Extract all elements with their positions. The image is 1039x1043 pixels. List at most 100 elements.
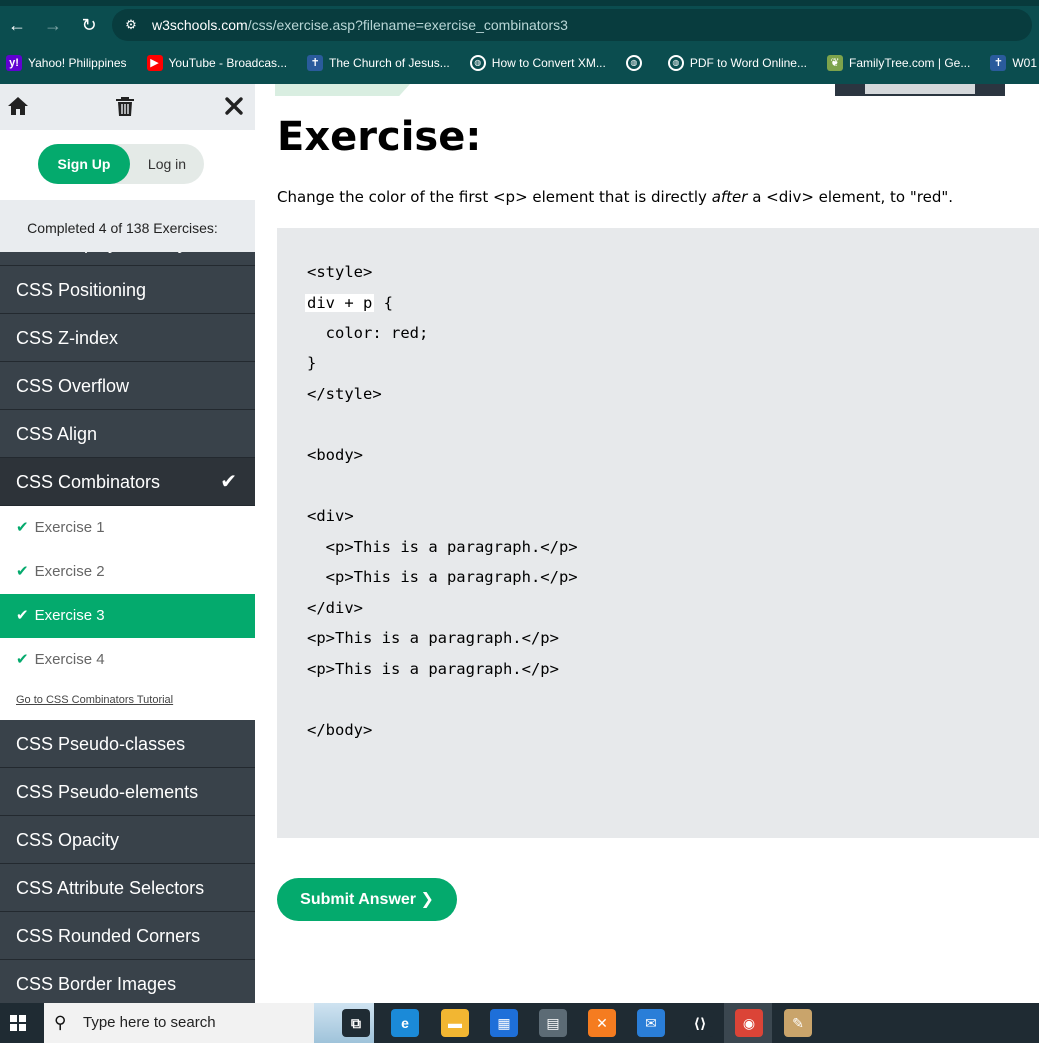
checkmark-icon: ✔ bbox=[220, 471, 237, 493]
exercise-link-label: Exercise 1 bbox=[34, 519, 105, 536]
log-in-button[interactable]: Log in bbox=[130, 144, 204, 184]
church-icon: ✝ bbox=[307, 55, 324, 71]
search-placeholder: Type here to search bbox=[83, 1014, 216, 1031]
bookmark-item[interactable]: ◍ PDF to Word Online... bbox=[667, 55, 807, 71]
answer-input[interactable]: div + p bbox=[305, 294, 375, 312]
menu-item-label: CSS Combinators bbox=[16, 472, 161, 492]
tab-strip bbox=[0, 0, 1039, 6]
url-path: /css/exercise.asp?filename=exercise_comb… bbox=[247, 17, 568, 33]
sidebar-menu-item[interactable]: CSS Pseudo-classes bbox=[0, 720, 255, 768]
code-text: { bbox=[374, 294, 393, 312]
sidebar-menu-item[interactable]: CSS Combinators ✔ bbox=[0, 458, 255, 506]
code-line: </div> bbox=[307, 599, 363, 617]
windows-start-icon[interactable] bbox=[10, 1015, 26, 1031]
exercise-menu: CSS Display/VisibilityCSS PositioningCSS… bbox=[0, 240, 255, 1003]
code-editor: div + p { <style> color: red;} </style> <b… bbox=[277, 228, 1039, 838]
sidebar-menu-item[interactable]: CSS Pseudo-elements bbox=[0, 768, 255, 816]
bookmark-item[interactable]: ✝ W01 Study bbox=[990, 55, 1039, 71]
menu-scroll-mask bbox=[0, 240, 255, 252]
checkmark-icon: ✔ bbox=[16, 607, 29, 624]
code-line: } bbox=[307, 354, 317, 372]
reload-icon[interactable]: ↻ bbox=[78, 14, 100, 36]
bookmark-item[interactable]: ❦ FamilyTree.com | Ge... bbox=[826, 55, 971, 71]
bookmark-label: How to Convert XM... bbox=[491, 56, 606, 70]
checkmark-icon: ✔ bbox=[16, 519, 29, 536]
sign-up-button[interactable]: Sign Up bbox=[38, 144, 130, 184]
sidebar-header: Sign Up Log in Completed 4 of 138 Exerci… bbox=[0, 84, 255, 252]
desc-emphasis: after bbox=[711, 188, 748, 206]
menu-item-label: CSS Overflow bbox=[16, 376, 130, 396]
bookmarks-bar: y! Yahoo! Philippines ▶ YouTube - Broadcas.… bbox=[0, 50, 1039, 76]
exercise-link-label: Exercise 4 bbox=[34, 651, 105, 668]
trash-icon[interactable] bbox=[113, 94, 137, 118]
answer-line: div + p { bbox=[305, 290, 393, 316]
sidebar-menu-item[interactable]: CSS Attribute Selectors bbox=[0, 864, 255, 912]
forward-arrow-icon[interactable]: → bbox=[42, 14, 64, 36]
sidebar-menu-item[interactable]: CSS Opacity bbox=[0, 816, 255, 864]
calculator-icon[interactable]: ▤ bbox=[539, 1009, 567, 1037]
paint-icon[interactable]: ✎ bbox=[784, 1009, 812, 1037]
exercise-link-label: Exercise 3 bbox=[34, 607, 105, 624]
back-arrow-icon[interactable]: ← bbox=[6, 14, 28, 36]
code-line: <p>This is a paragraph.</p> bbox=[307, 568, 578, 586]
sidebar-menu-item[interactable]: CSS Z-index bbox=[0, 314, 255, 362]
bookmark-item[interactable]: ✝ The Church of Jesus... bbox=[307, 55, 450, 71]
bookmark-label: PDF to Word Online... bbox=[689, 56, 807, 70]
main-content: Exercise: Change the color of the first … bbox=[255, 84, 1039, 1003]
task-view-icon[interactable]: ⧉ bbox=[342, 1009, 370, 1037]
tutorial-link[interactable]: Go to CSS Combinators Tutorial bbox=[0, 682, 255, 720]
taskbar-search[interactable]: ⚲ Type here to search bbox=[44, 1003, 374, 1043]
exercise-link[interactable]: ✔ Exercise 3 bbox=[0, 594, 255, 638]
xampp-icon[interactable]: ✕ bbox=[588, 1009, 616, 1037]
menu-item-label: CSS Pseudo-classes bbox=[16, 734, 186, 754]
bookmark-label: FamilyTree.com | Ge... bbox=[848, 56, 971, 70]
globe-icon: ◍ bbox=[667, 55, 684, 71]
site-info-icon[interactable]: ⚙ bbox=[122, 16, 140, 34]
code-line: </style> bbox=[307, 385, 382, 403]
desc-text-before: Change the color of the first <p> elemen… bbox=[277, 188, 712, 206]
bookmark-item[interactable]: y! Yahoo! Philippines bbox=[6, 55, 127, 71]
bookmark-label: W01 Study bbox=[1012, 56, 1039, 70]
code-line: <body> bbox=[307, 446, 363, 464]
code-line: color: red; bbox=[307, 324, 429, 342]
completion-status: Completed 4 of 138 Exercises: bbox=[27, 220, 218, 236]
code-line: </body> bbox=[307, 721, 373, 739]
sidebar-menu-item[interactable]: CSS Border Images bbox=[0, 960, 255, 1003]
vscode-icon[interactable]: ⟨⟩ bbox=[686, 1009, 714, 1037]
submit-answer-button[interactable]: Submit Answer ❯ bbox=[277, 878, 457, 921]
bookmark-label: YouTube - Broadcas... bbox=[168, 56, 288, 70]
menu-item-label: CSS Opacity bbox=[16, 830, 120, 850]
exercise-submenu: ✔ Exercise 1 ✔ Exercise 2 ✔ Exercise 3 ✔ Exerci… bbox=[0, 506, 255, 720]
leaf-icon: ❦ bbox=[826, 55, 843, 71]
home-icon[interactable] bbox=[6, 94, 30, 118]
code-line: <p>This is a paragraph.</p> bbox=[307, 538, 578, 556]
banner-graphic bbox=[275, 84, 410, 96]
exercise-link[interactable]: ✔ Exercise 4 bbox=[0, 638, 255, 682]
store-icon[interactable]: ▦ bbox=[490, 1009, 518, 1037]
bookmark-item[interactable]: ◍ bbox=[625, 55, 648, 71]
exercise-link[interactable]: ✔ Exercise 1 bbox=[0, 506, 255, 550]
sidebar-menu-item[interactable]: CSS Positioning bbox=[0, 266, 255, 314]
bookmark-label: Yahoo! Philippines bbox=[28, 56, 127, 70]
code-line: <style> bbox=[307, 263, 373, 281]
bookmark-item[interactable]: ◍ How to Convert XM... bbox=[469, 55, 606, 71]
checkmark-icon: ✔ bbox=[16, 651, 29, 668]
menu-item-label: CSS Align bbox=[16, 424, 98, 444]
url-text[interactable]: w3schools.com/css/exercise.asp?filename=… bbox=[152, 9, 568, 41]
close-icon[interactable] bbox=[222, 94, 246, 118]
file-explorer-icon[interactable]: ▬ bbox=[441, 1009, 469, 1037]
sidebar-menu-item[interactable]: CSS Overflow bbox=[0, 362, 255, 410]
sidebar-menu-item[interactable]: CSS Align bbox=[0, 410, 255, 458]
bookmark-item[interactable]: ▶ YouTube - Broadcas... bbox=[146, 55, 288, 71]
exercise-link[interactable]: ✔ Exercise 2 bbox=[0, 550, 255, 594]
address-bar[interactable]: ⚙ w3schools.com/css/exercise.asp?filenam… bbox=[112, 9, 1032, 41]
edge-icon[interactable]: e bbox=[391, 1009, 419, 1037]
chrome-icon[interactable]: ◉ bbox=[735, 1009, 763, 1037]
menu-item-label: CSS Pseudo-elements bbox=[16, 782, 199, 802]
sidebar-menu-item[interactable]: CSS Rounded Corners bbox=[0, 912, 255, 960]
exercise-link-label: Exercise 2 bbox=[34, 563, 105, 580]
windows-taskbar: ⚲ Type here to search ⧉ e ▬ ▦ ▤ ✕ ✉ ⟨⟩ ◉ ✎ bbox=[0, 1003, 1039, 1043]
mail-icon[interactable]: ✉ bbox=[637, 1009, 665, 1037]
exercise-sidebar: Sign Up Log in Completed 4 of 138 Exerci… bbox=[0, 84, 255, 1003]
auth-section: Sign Up Log in bbox=[0, 130, 255, 200]
